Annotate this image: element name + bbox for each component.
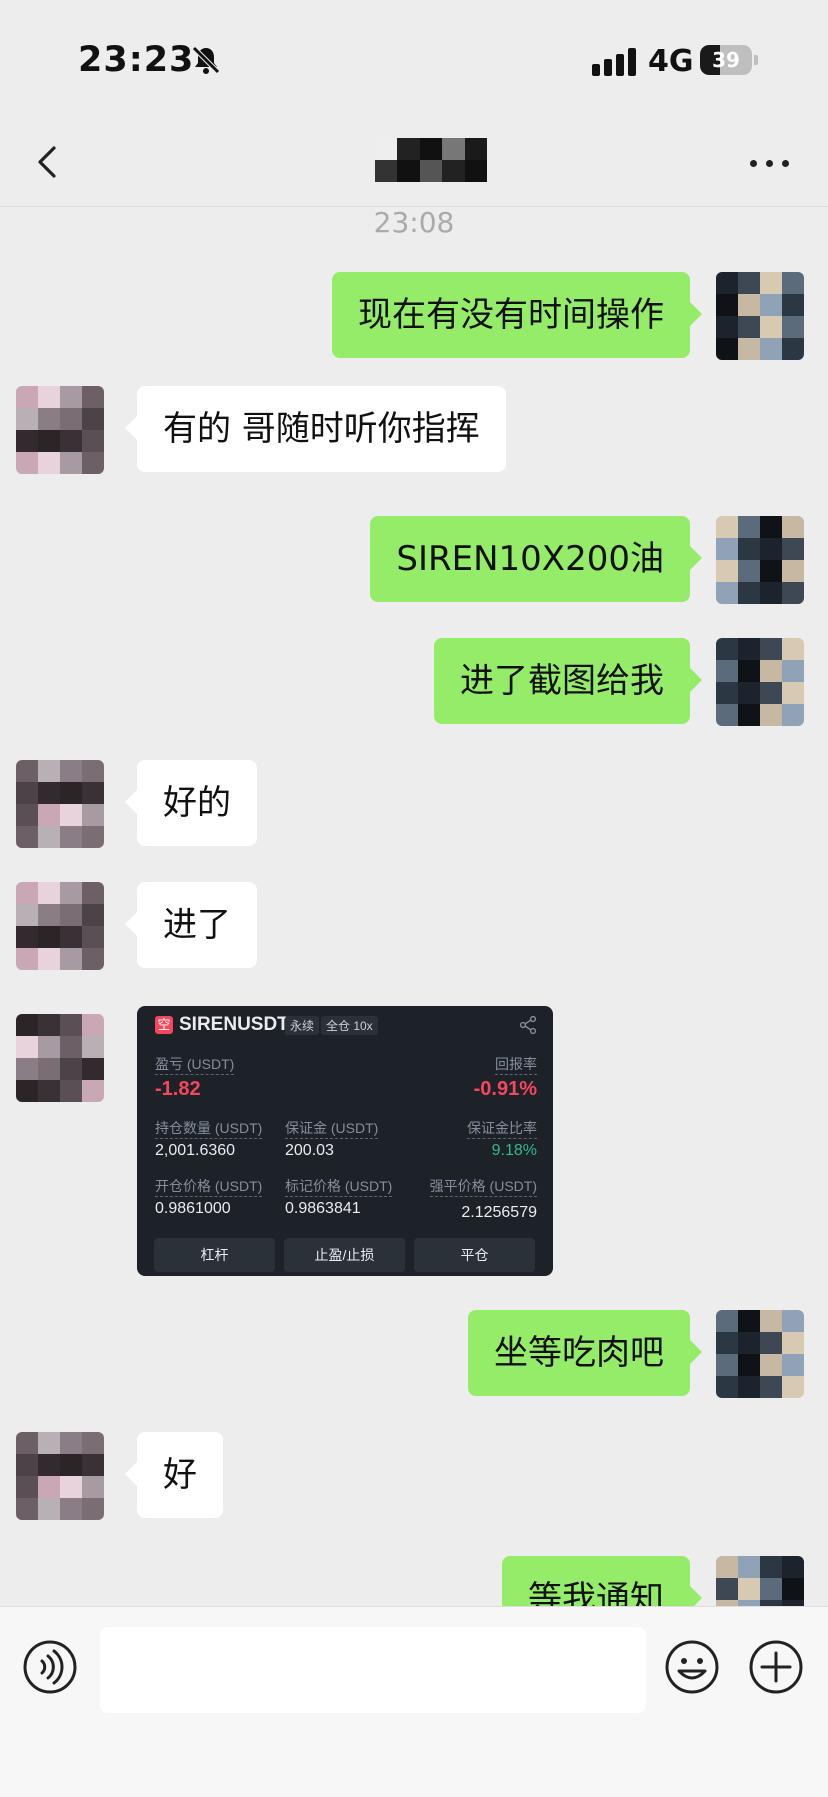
chat-area[interactable]: 23:08 现在有没有时间操作 有的 哥随时听你指挥 SIREN10X200油 …: [0, 206, 828, 1606]
margin-ratio-label: 保证金比率: [467, 1118, 537, 1139]
entry-price-label: 开仓价格 (USDT): [155, 1176, 263, 1197]
message-row: 有的 哥随时听你指挥: [0, 386, 828, 474]
margin-ratio-value: 9.18%: [491, 1142, 537, 1159]
my-message-bubble[interactable]: 坐等吃肉吧: [468, 1310, 702, 1396]
trade-screenshot-image[interactable]: 空 SIRENUSDT 永续 全仓 10x 盈亏 (USDT) -1.82 回报…: [137, 1006, 553, 1276]
message-row: 好: [0, 1432, 828, 1520]
contact-avatar[interactable]: [16, 386, 104, 474]
contact-name-pixelated: [375, 138, 487, 182]
back-icon[interactable]: [28, 142, 68, 182]
roe-value: -0.91%: [473, 1078, 537, 1100]
trade-symbol: SIRENUSDT: [179, 1014, 289, 1035]
message-timestamp: 23:08: [373, 206, 455, 239]
their-message-bubble[interactable]: 好的: [125, 760, 257, 846]
message-row: 现在有没有时间操作: [0, 272, 828, 360]
message-row: 等我通知: [0, 1556, 828, 1606]
margin-label: 保证金 (USDT): [285, 1118, 379, 1139]
perpetual-tag: 永续: [285, 1016, 320, 1035]
my-avatar[interactable]: [716, 1556, 804, 1606]
their-message-bubble[interactable]: 好: [125, 1432, 223, 1518]
chat-header: [0, 120, 828, 207]
my-avatar[interactable]: [716, 638, 804, 726]
more-options-icon[interactable]: [746, 142, 794, 182]
mark-price-value: 0.9863841: [285, 1200, 361, 1217]
size-label: 持仓数量 (USDT): [155, 1118, 263, 1139]
close-position-button: 平仓: [414, 1238, 535, 1272]
bell-muted-icon: [192, 46, 220, 74]
message-row: 好的: [0, 760, 828, 848]
contact-avatar[interactable]: [16, 760, 104, 848]
my-message-bubble[interactable]: 现在有没有时间操作: [332, 272, 702, 358]
my-message-bubble[interactable]: SIREN10X200油: [370, 516, 702, 602]
message-input[interactable]: [100, 1627, 646, 1713]
my-avatar[interactable]: [716, 516, 804, 604]
message-row: 进了: [0, 882, 828, 970]
my-avatar[interactable]: [716, 1310, 804, 1398]
their-message-bubble[interactable]: 有的 哥随时听你指挥: [125, 386, 506, 472]
message-input-bar: [0, 1606, 828, 1797]
share-icon: [519, 1016, 537, 1034]
message-row: 进了截图给我: [0, 638, 828, 726]
clock: 23:23: [78, 40, 195, 80]
battery-icon: 39: [700, 45, 760, 75]
margin-value: 200.03: [285, 1142, 334, 1159]
contact-avatar[interactable]: [16, 1014, 104, 1102]
emoji-icon[interactable]: [664, 1639, 720, 1695]
mark-price-label: 标记价格 (USDT): [285, 1176, 393, 1197]
message-row: 空 SIRENUSDT 永续 全仓 10x 盈亏 (USDT) -1.82 回报…: [0, 1006, 828, 1278]
message-row: SIREN10X200油: [0, 516, 828, 604]
voice-input-icon[interactable]: [22, 1639, 78, 1695]
liq-price-label: 强平价格 (USDT): [429, 1176, 537, 1197]
pnl-value: -1.82: [155, 1078, 201, 1100]
status-bar: 23:23 4G 39: [0, 0, 828, 120]
short-badge: 空: [155, 1016, 173, 1034]
signal-icon: [592, 48, 636, 76]
network-type: 4G: [648, 44, 694, 79]
my-message-bubble[interactable]: 进了截图给我: [434, 638, 702, 724]
contact-avatar[interactable]: [16, 1432, 104, 1520]
their-message-bubble[interactable]: 进了: [125, 882, 257, 968]
my-avatar[interactable]: [716, 272, 804, 360]
message-row: 坐等吃肉吧: [0, 1310, 828, 1398]
roe-label: 回报率: [495, 1054, 537, 1075]
size-value: 2,001.6360: [155, 1142, 236, 1159]
liq-price-value: 2.1256579: [461, 1204, 537, 1221]
plus-icon[interactable]: [748, 1639, 804, 1695]
my-message-bubble[interactable]: 等我通知: [502, 1556, 702, 1606]
battery-level: 39: [712, 48, 740, 72]
tpsl-button: 止盈/止损: [284, 1238, 405, 1272]
leverage-button: 杠杆: [154, 1238, 275, 1272]
margin-mode-tag: 全仓 10x: [321, 1016, 378, 1035]
pnl-label: 盈亏 (USDT): [155, 1054, 235, 1075]
entry-price-value: 0.9861000: [155, 1200, 231, 1217]
contact-avatar[interactable]: [16, 882, 104, 970]
